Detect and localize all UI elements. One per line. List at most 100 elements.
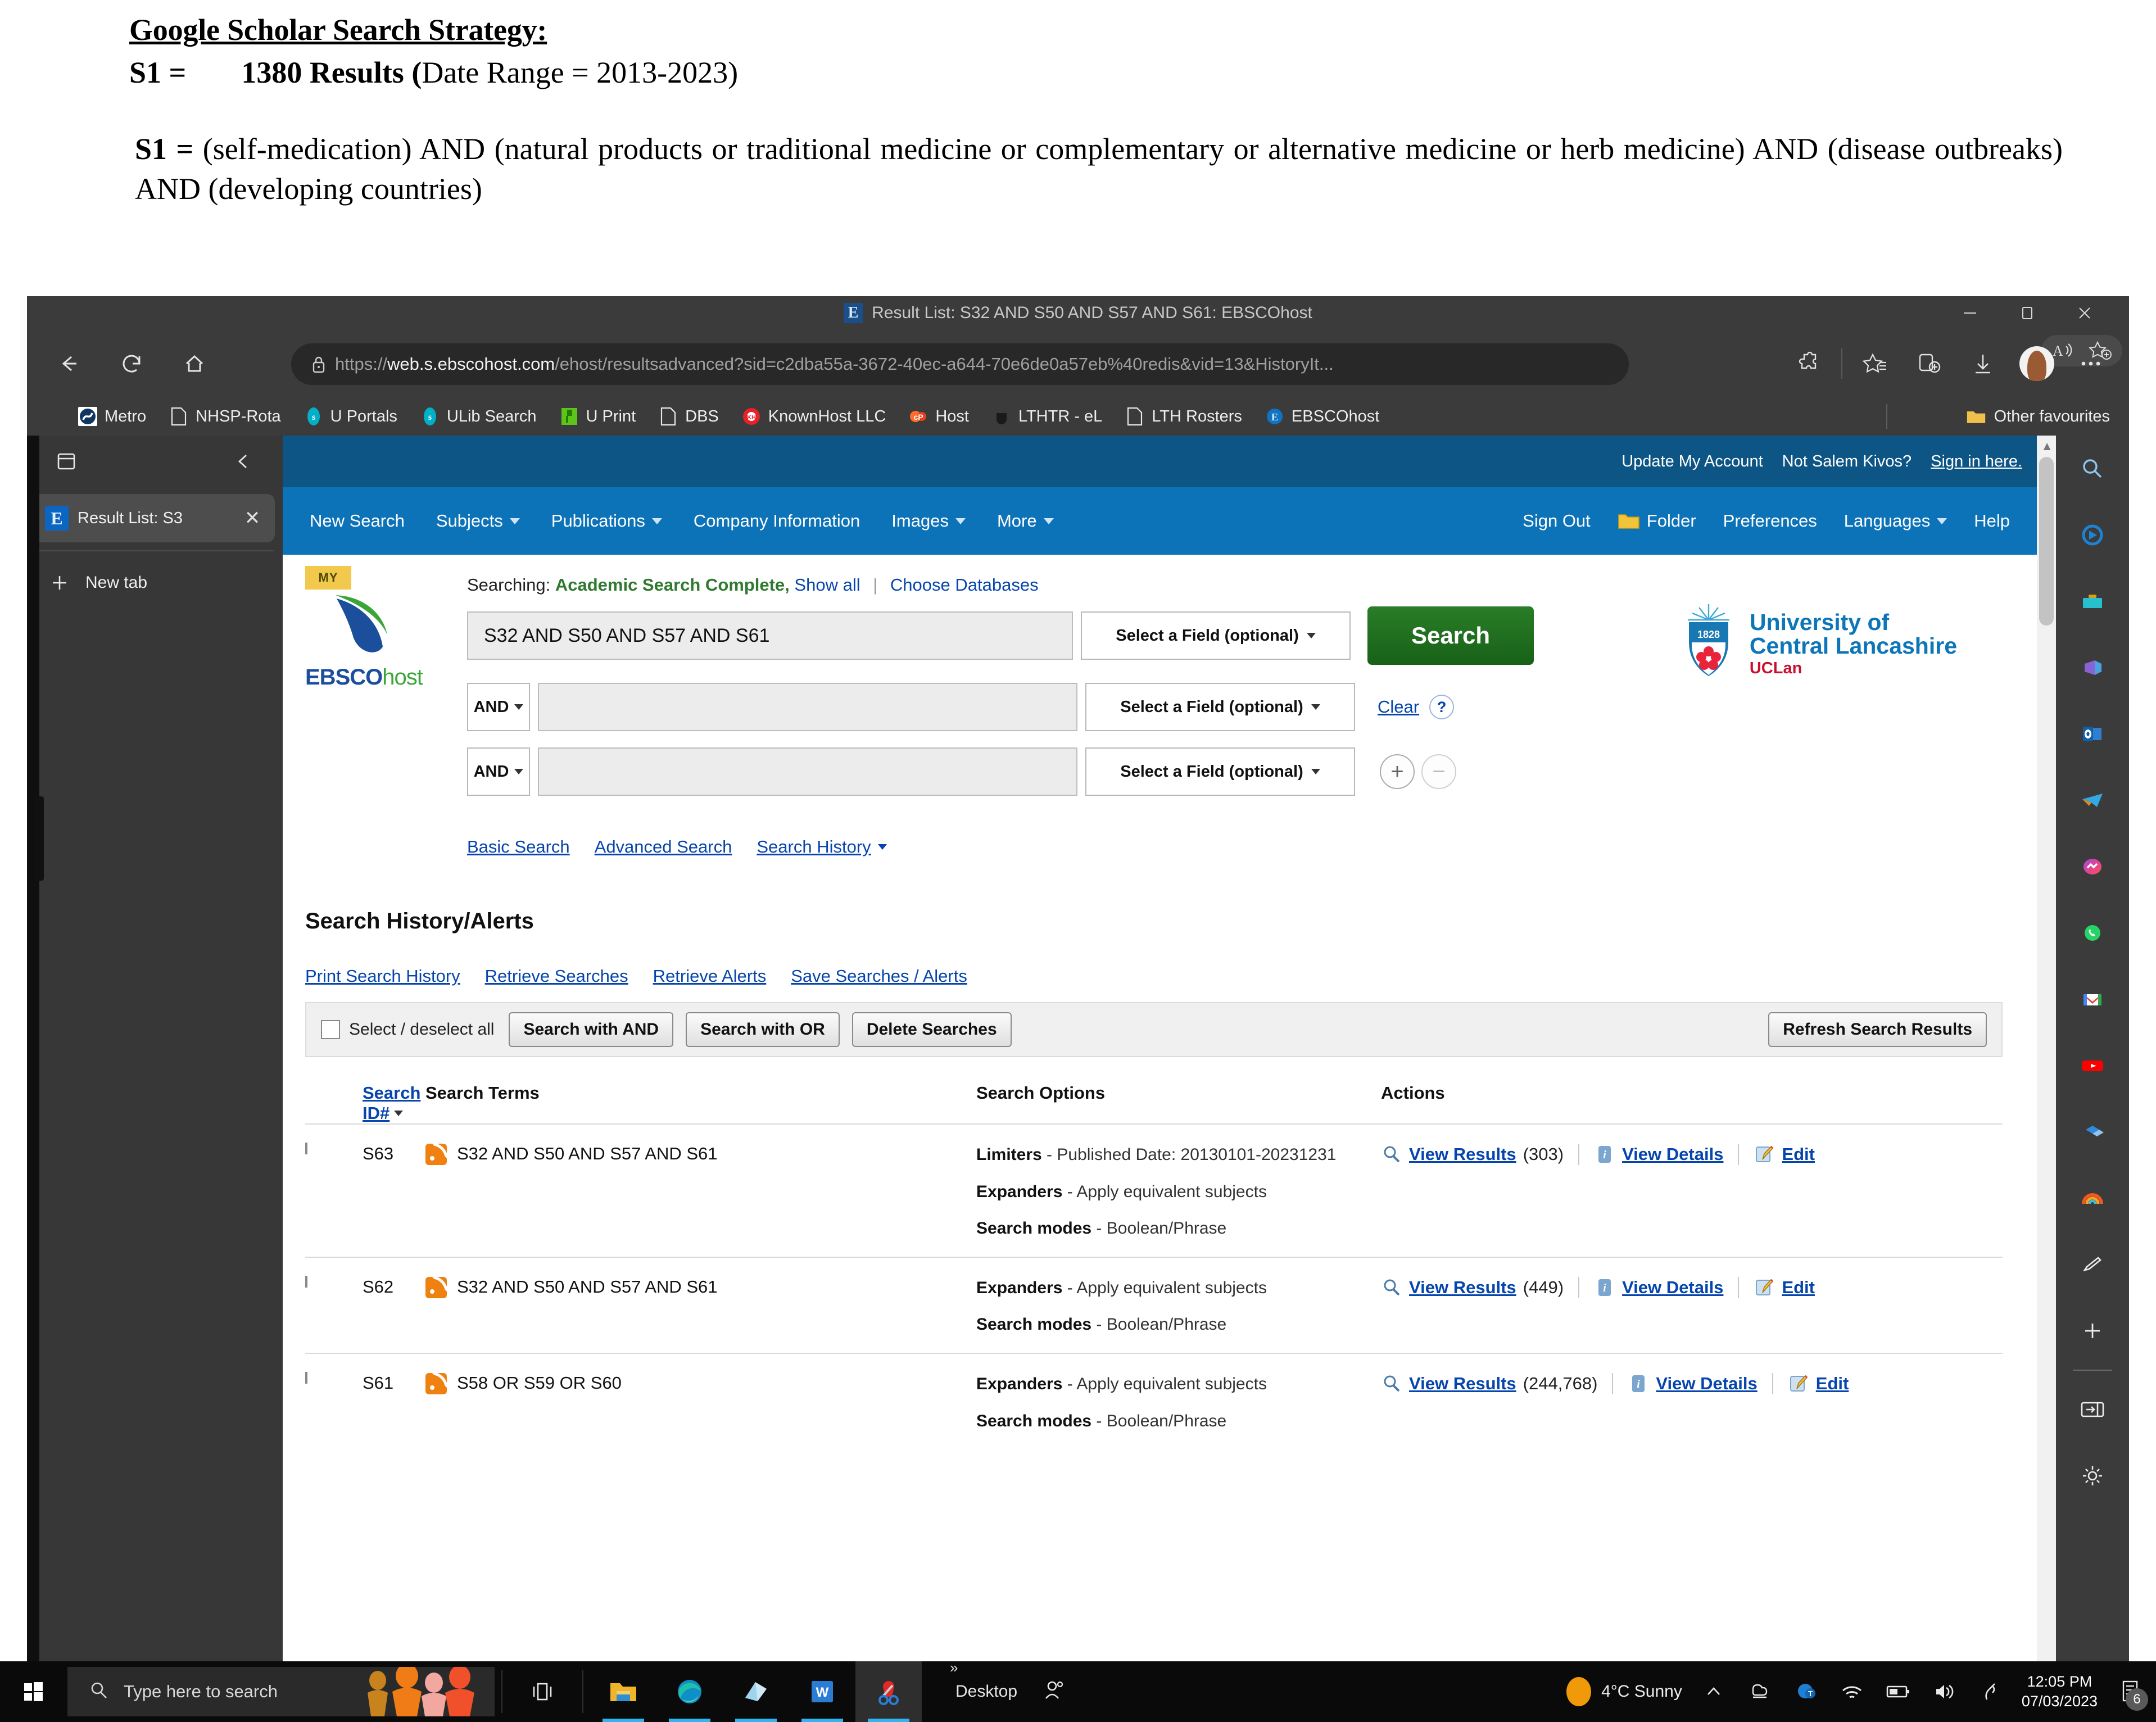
ebscohost-logo[interactable]: MY EBSCOhost (305, 566, 446, 690)
search-with-and-button[interactable]: Search with AND (509, 1012, 673, 1047)
edit-action[interactable]: Edit (1738, 1144, 1829, 1165)
nav-new-search[interactable]: New Search (310, 511, 405, 531)
view-results-action[interactable]: View Results (303) (1381, 1144, 1578, 1165)
rss-alert-icon[interactable] (425, 1144, 447, 1165)
battery-icon[interactable] (1883, 1682, 1913, 1701)
minimize-button[interactable] (1941, 296, 1999, 330)
view-details-action[interactable]: i View Details (1612, 1373, 1772, 1394)
boolean-select-3[interactable]: AND (467, 747, 530, 796)
edge-browser-icon[interactable] (656, 1661, 723, 1722)
sign-in-link[interactable]: Sign in here. (1931, 452, 2022, 471)
bookmark-u-portals[interactable]: s U Portals (304, 406, 397, 427)
sidebar-toggle-icon[interactable] (2056, 1376, 2129, 1443)
dropbox-icon[interactable] (2056, 1099, 2129, 1165)
taskbar-clock[interactable]: 12:05 PM 07/03/2023 (2022, 1672, 2098, 1711)
collections-icon[interactable] (1903, 338, 1955, 389)
wifi-icon[interactable] (1837, 1680, 1867, 1703)
nav-images[interactable]: Images (891, 511, 966, 531)
people-taskbar-icon[interactable] (1040, 1677, 1067, 1707)
profile-avatar[interactable] (2011, 338, 2063, 389)
more-options-icon[interactable] (2065, 338, 2117, 389)
bookmark-host[interactable]: cP Host (908, 406, 969, 427)
onedrive-icon[interactable] (723, 1661, 789, 1722)
show-all-link[interactable]: Show all (794, 575, 860, 595)
row-checkbox[interactable] (305, 1143, 307, 1154)
nav-preferences[interactable]: Preferences (1723, 511, 1817, 531)
view-results-action[interactable]: View Results (449) (1381, 1277, 1578, 1298)
volume-icon[interactable] (1929, 1680, 1959, 1703)
nav-company-information[interactable]: Company Information (694, 511, 860, 531)
nav-more[interactable]: More (997, 511, 1054, 531)
print-search-history-link[interactable]: Print Search History (305, 966, 460, 986)
search-history-link[interactable]: Search History (757, 837, 871, 857)
select-all-checkbox[interactable] (321, 1020, 340, 1039)
nav-languages[interactable]: Languages (1844, 511, 1947, 531)
bookmark-knownhost[interactable]: KH KnownHost LLC (741, 406, 886, 427)
bookmark-metro[interactable]: Metro (78, 406, 146, 427)
address-bar[interactable]: https://web.s.ebscohost.com/ehost/result… (291, 343, 1629, 385)
basic-search-link[interactable]: Basic Search (467, 837, 570, 857)
row-checkbox[interactable] (305, 1276, 307, 1288)
downloads-icon[interactable] (1957, 338, 2009, 389)
scroll-up-arrow-icon[interactable]: ▲ (2041, 439, 2053, 454)
bookmark-dbs[interactable]: DBS (658, 406, 719, 427)
whatsapp-icon[interactable] (2056, 900, 2129, 966)
search-button[interactable]: Search (1367, 606, 1534, 665)
update-my-account-link[interactable]: Update My Account (1621, 452, 1763, 471)
plus-circle-icon[interactable]: + (1380, 754, 1415, 789)
row-checkbox[interactable] (305, 1372, 307, 1384)
snip-sketch-icon[interactable] (855, 1661, 922, 1722)
word-icon[interactable]: W (789, 1661, 855, 1722)
outlook-icon[interactable] (2056, 701, 2129, 767)
bookmark-lth-rosters[interactable]: LTH Rosters (1125, 406, 1242, 427)
notification-center-button[interactable]: 6 (2114, 1674, 2146, 1710)
other-favourites-folder[interactable]: Other favourites (1966, 406, 2110, 427)
file-explorer-icon[interactable] (590, 1661, 656, 1722)
teams-tray-icon[interactable]: T (1791, 1680, 1820, 1703)
field-select-3[interactable]: Select a Field (optional) (1085, 747, 1355, 796)
edge-copilot-icon[interactable] (2056, 502, 2129, 568)
refresh-search-results-button[interactable]: Refresh Search Results (1768, 1012, 1987, 1047)
maximize-button[interactable] (1999, 296, 2056, 330)
rainbow-icon[interactable] (2056, 1165, 2129, 1231)
bookmark-lthtr[interactable]: LTHTR - eL (991, 406, 1102, 427)
nav-sign-out[interactable]: Sign Out (1523, 511, 1591, 531)
refresh-icon[interactable] (100, 336, 163, 392)
back-arrow-icon[interactable] (37, 336, 100, 392)
favourites-icon[interactable] (1849, 338, 1901, 389)
task-view-icon[interactable] (509, 1661, 576, 1722)
delete-searches-button[interactable]: Delete Searches (852, 1012, 1012, 1047)
field-select-1[interactable]: Select a Field (optional) (1081, 611, 1351, 660)
view-results-action[interactable]: View Results (244,768) (1381, 1373, 1612, 1394)
home-icon[interactable] (163, 336, 226, 392)
advanced-search-link[interactable]: Advanced Search (595, 837, 732, 857)
question-mark-icon[interactable]: ? (1429, 695, 1454, 719)
settings-gear-icon[interactable] (2056, 1443, 2129, 1509)
field-select-2[interactable]: Select a Field (optional) (1085, 683, 1355, 731)
rss-alert-icon[interactable] (425, 1373, 447, 1394)
search-input-3[interactable] (538, 747, 1077, 796)
search-input-1[interactable]: S32 AND S50 AND S57 AND S61 (467, 611, 1073, 660)
boolean-select-2[interactable]: AND (467, 683, 530, 731)
search-with-or-button[interactable]: Search with OR (686, 1012, 840, 1047)
extensions-icon[interactable] (1783, 338, 1835, 389)
pen-icon[interactable] (2056, 1231, 2129, 1298)
nav-publications[interactable]: Publications (551, 511, 662, 531)
bookmark-ulib-search[interactable]: s ULib Search (420, 406, 537, 427)
retrieve-searches-link[interactable]: Retrieve Searches (485, 966, 628, 986)
retrieve-alerts-link[interactable]: Retrieve Alerts (653, 966, 767, 986)
nav-subjects[interactable]: Subjects (436, 511, 520, 531)
new-tab-button[interactable]: New tab (27, 560, 283, 605)
page-scrollbar[interactable]: ▲ (2037, 436, 2056, 1662)
windows-start-icon[interactable] (0, 1661, 67, 1722)
close-tab-icon[interactable]: ✕ (241, 507, 264, 529)
onedrive-tray-icon[interactable] (1745, 1680, 1774, 1703)
search-input-2[interactable] (538, 683, 1077, 731)
nav-folder[interactable]: Folder (1618, 511, 1696, 531)
telegram-icon[interactable] (2056, 767, 2129, 833)
bookmark-ebscohost[interactable]: E EBSCOhost (1265, 406, 1379, 427)
minus-circle-icon[interactable]: − (1421, 754, 1456, 789)
rss-alert-icon[interactable] (425, 1277, 447, 1298)
edit-action[interactable]: Edit (1772, 1373, 1864, 1394)
office-icon[interactable] (2056, 635, 2129, 701)
